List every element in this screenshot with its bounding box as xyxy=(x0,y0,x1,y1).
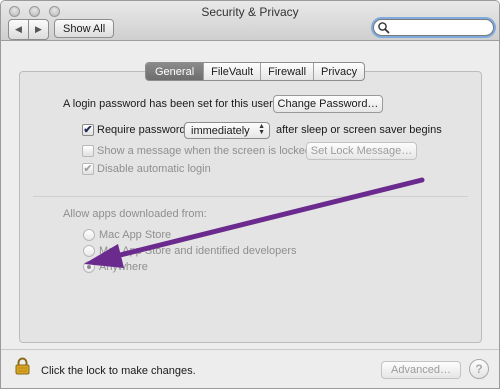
change-password-button[interactable]: Change Password… xyxy=(273,95,383,113)
search-input[interactable] xyxy=(373,19,494,36)
title-bar: Security & Privacy ◀ ▶ Show All xyxy=(1,1,499,41)
disable-auto-login-checkbox[interactable]: ✔ xyxy=(82,163,94,175)
require-password-checkbox[interactable]: ✔ xyxy=(82,124,94,136)
back-arrow-icon[interactable]: ◀ xyxy=(9,20,28,39)
radio-identified-developers[interactable] xyxy=(83,245,95,257)
radio-mac-app-store[interactable] xyxy=(83,229,95,241)
require-password-delay-value: immediately xyxy=(191,124,250,137)
preferences-window: Security & Privacy ◀ ▶ Show All General … xyxy=(0,0,500,389)
lock-text: Click the lock to make changes. xyxy=(41,365,196,377)
forward-arrow-icon[interactable]: ▶ xyxy=(28,20,48,39)
allow-apps-heading: Allow apps downloaded from: xyxy=(63,208,207,220)
set-lock-message-button[interactable]: Set Lock Message… xyxy=(306,142,417,160)
window-title: Security & Privacy xyxy=(201,5,299,19)
show-message-checkbox[interactable] xyxy=(82,145,94,157)
tab-firewall[interactable]: Firewall xyxy=(260,63,313,80)
general-pane xyxy=(19,71,482,343)
select-arrows-icon: ▲ ▼ xyxy=(258,123,265,136)
lock-icon[interactable] xyxy=(15,357,30,375)
disable-auto-login-label: Disable automatic login xyxy=(97,163,211,175)
show-message-label: Show a message when the screen is locked xyxy=(97,145,312,157)
footer-divider xyxy=(1,349,499,350)
tab-general[interactable]: General xyxy=(146,63,204,80)
help-button[interactable]: ? xyxy=(469,359,489,379)
after-sleep-text: after sleep or screen saver begins xyxy=(276,124,442,136)
login-password-text: A login password has been set for this u… xyxy=(63,98,273,110)
section-divider xyxy=(33,196,468,197)
radio-anywhere[interactable] xyxy=(83,261,95,273)
tab-filevault[interactable]: FileVault xyxy=(203,63,260,80)
tab-bar: General FileVault Firewall Privacy xyxy=(145,62,366,81)
require-password-delay-select[interactable]: immediately ▲ ▼ xyxy=(184,122,270,139)
search-icon xyxy=(378,22,390,34)
show-all-button[interactable]: Show All xyxy=(54,19,115,38)
radio-label-mac-app-store: Mac App Store xyxy=(99,229,172,241)
advanced-button[interactable]: Advanced… xyxy=(381,361,461,379)
radio-label-identified-developers: Mac App Store and identified developers xyxy=(99,245,297,257)
tab-privacy[interactable]: Privacy xyxy=(313,63,364,80)
navigation-buttons: ◀ ▶ xyxy=(8,19,49,40)
require-password-label: Require password xyxy=(97,124,186,136)
radio-label-anywhere: Anywhere xyxy=(99,261,148,273)
